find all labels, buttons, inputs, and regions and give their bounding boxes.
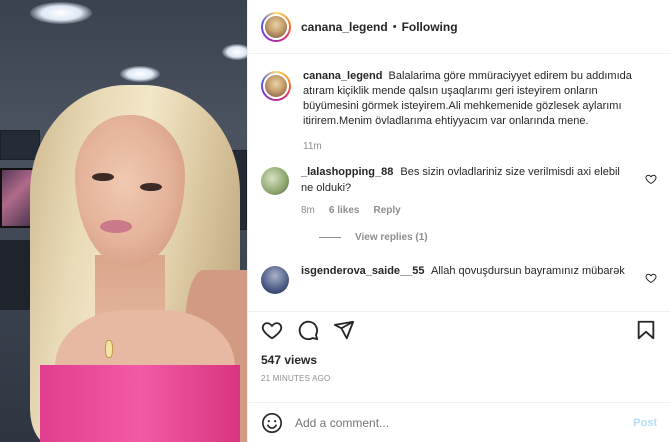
wall-panel xyxy=(0,130,40,160)
post-modal: canana_legend • Following canana_legend … xyxy=(0,0,670,442)
action-bar xyxy=(261,312,657,348)
share-icon[interactable] xyxy=(333,319,355,341)
replies-line xyxy=(319,237,341,238)
comment-item: isgenderova_saide__55 Allah qovuşdursun … xyxy=(261,263,657,294)
following-button[interactable]: Following xyxy=(402,20,458,34)
comment-body: Allah qovuşdursun bayramınız mübarək xyxy=(430,265,625,277)
comment-likes[interactable]: 6 likes xyxy=(329,205,360,216)
bookmark-icon[interactable] xyxy=(635,319,657,341)
caption-text: canana_legend Balalarima göre mmüraciyye… xyxy=(303,69,653,129)
caption-timestamp[interactable]: 11m xyxy=(303,141,657,152)
comment-item: _lalashopping_88 Bes sizin ovladlariniz … xyxy=(261,164,657,216)
post-sidebar: canana_legend • Following canana_legend … xyxy=(247,0,670,442)
post-button[interactable]: Post xyxy=(633,417,657,429)
pink-top xyxy=(40,365,240,442)
commenter-avatar[interactable] xyxy=(261,167,289,195)
comment-meta: 8m 6 likes Reply xyxy=(301,205,631,216)
post-actions-section: 547 views 21 MINUTES AGO xyxy=(248,311,670,383)
commenter-username[interactable]: isgenderova_saide__55 xyxy=(301,265,425,277)
comments-list[interactable]: canana_legend Balalarima göre mmüraciyye… xyxy=(248,55,670,310)
post-video[interactable] xyxy=(0,0,247,442)
view-replies[interactable]: View replies (1) xyxy=(319,232,657,243)
post-caption: canana_legend Balalarima göre mmüraciyye… xyxy=(261,69,657,129)
author-username[interactable]: canana_legend xyxy=(301,20,388,34)
commenter-username[interactable]: _lalashopping_88 xyxy=(301,166,393,178)
comment-input[interactable] xyxy=(295,415,634,430)
left-eye xyxy=(92,173,114,181)
add-comment-bar: Post xyxy=(248,402,670,442)
post-timestamp[interactable]: 21 MINUTES AGO xyxy=(261,374,657,383)
comment-icon[interactable] xyxy=(297,319,319,341)
post-header: canana_legend • Following xyxy=(248,0,670,54)
comment-like-icon[interactable] xyxy=(645,272,657,284)
comment-like-icon[interactable] xyxy=(645,173,657,185)
separator-dot: • xyxy=(392,20,397,33)
comment-time[interactable]: 8m xyxy=(301,205,315,216)
reply-button[interactable]: Reply xyxy=(374,205,401,216)
view-replies-label[interactable]: View replies (1) xyxy=(355,232,428,243)
right-eye xyxy=(140,183,162,191)
view-count[interactable]: 547 views xyxy=(261,353,657,367)
caption-avatar[interactable] xyxy=(261,71,291,101)
emoji-icon[interactable] xyxy=(261,412,283,434)
author-avatar[interactable] xyxy=(261,11,291,42)
necklace-pendant xyxy=(105,340,113,358)
ceiling-light xyxy=(30,2,92,24)
caption-username[interactable]: canana_legend xyxy=(303,70,382,82)
comment-text: _lalashopping_88 Bes sizin ovladlariniz … xyxy=(301,164,631,196)
comment-text: isgenderova_saide__55 Allah qovuşdursun … xyxy=(301,263,631,279)
ceiling-light xyxy=(120,66,160,82)
ceiling-light xyxy=(222,44,247,60)
person-lips xyxy=(100,220,132,233)
heart-icon[interactable] xyxy=(261,319,283,341)
commenter-avatar[interactable] xyxy=(261,266,289,294)
